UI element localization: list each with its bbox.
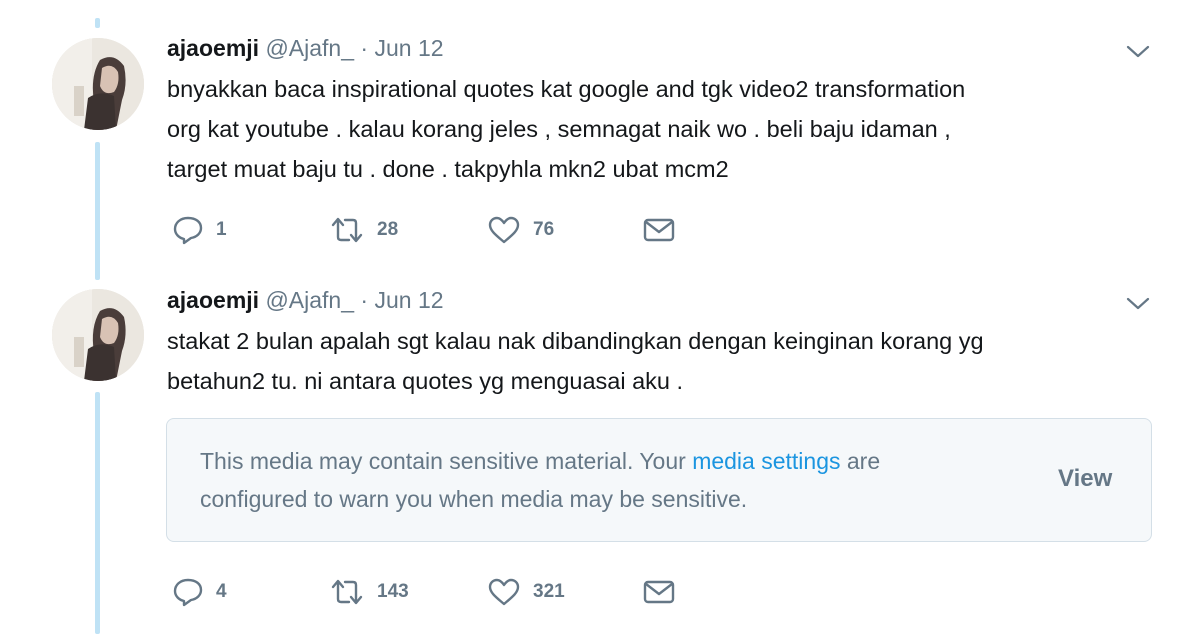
author-handle[interactable]: @Ajafn_	[265, 35, 354, 61]
tweet-actions: 1 28 76	[172, 213, 692, 247]
avatar[interactable]	[52, 289, 144, 381]
retweet-count: 28	[377, 219, 399, 240]
reply-button[interactable]: 4	[172, 575, 227, 609]
tweet-text: stakat 2 bulan apalah sgt kalau nak diba…	[167, 321, 1157, 401]
like-button[interactable]: 76	[487, 213, 554, 247]
sensitive-media-text: This media may contain sensitive materia…	[200, 442, 880, 518]
retweet-icon	[329, 215, 365, 245]
reply-icon	[172, 577, 204, 607]
media-settings-link[interactable]: media settings	[692, 448, 840, 474]
author-handle[interactable]: @Ajafn_	[265, 287, 354, 313]
sensitive-text-before: This media may contain sensitive materia…	[200, 448, 693, 474]
like-icon	[487, 577, 521, 607]
separator-dot: ·	[360, 35, 369, 61]
like-count: 321	[533, 581, 565, 602]
direct-message-button[interactable]	[642, 575, 676, 609]
view-button[interactable]: View	[1058, 465, 1112, 493]
tweet-text-line: target muat baju tu . done . takpyhla mk…	[167, 156, 729, 182]
sensitive-media-line: This media may contain sensitive materia…	[200, 442, 880, 480]
separator-dot: ·	[360, 287, 369, 313]
tweet-actions: 4 143 321	[172, 575, 692, 609]
tweet-text-line: org kat youtube . kalau korang jeles , s…	[167, 116, 951, 142]
tweet[interactable]: ajaoemji @Ajafn_ · Jun 12 bnyakkan baca …	[0, 0, 1200, 275]
sensitive-media-line: configured to warn you when media may be…	[200, 486, 748, 512]
like-count: 76	[533, 219, 555, 240]
like-button[interactable]: 321	[487, 575, 565, 609]
retweet-count: 143	[377, 581, 409, 602]
reply-icon	[172, 215, 204, 245]
tweet-text-line: stakat 2 bulan apalah sgt kalau nak diba…	[167, 328, 984, 354]
retweet-button[interactable]: 28	[329, 213, 398, 247]
sensitive-media-notice[interactable]: This media may contain sensitive materia…	[166, 418, 1152, 542]
tweet-date[interactable]: Jun 12	[374, 35, 443, 61]
tweet-text-line: betahun2 tu. ni antara quotes yg menguas…	[167, 368, 684, 394]
tweet-date[interactable]: Jun 12	[374, 287, 443, 313]
chevron-down-icon[interactable]	[1126, 296, 1150, 312]
avatar[interactable]	[52, 38, 144, 130]
direct-message-button[interactable]	[642, 213, 676, 247]
tweet-text: bnyakkan baca inspirational quotes kat g…	[167, 69, 1157, 189]
direct-message-icon	[642, 578, 676, 606]
chevron-down-icon[interactable]	[1126, 44, 1150, 60]
sensitive-text-after: are	[840, 448, 881, 474]
tweet-header: ajaoemji @Ajafn_ · Jun 12	[167, 286, 444, 314]
author-name[interactable]: ajaoemji	[167, 35, 259, 61]
retweet-icon	[329, 577, 365, 607]
like-icon	[487, 215, 521, 245]
reply-count: 1	[216, 219, 227, 240]
tweet-text-line: bnyakkan baca inspirational quotes kat g…	[167, 76, 966, 102]
retweet-button[interactable]: 143	[329, 575, 409, 609]
reply-button[interactable]: 1	[172, 213, 227, 247]
direct-message-icon	[642, 216, 676, 244]
tweet-header: ajaoemji @Ajafn_ · Jun 12	[167, 34, 444, 62]
author-name[interactable]: ajaoemji	[167, 287, 259, 313]
reply-count: 4	[216, 581, 227, 602]
